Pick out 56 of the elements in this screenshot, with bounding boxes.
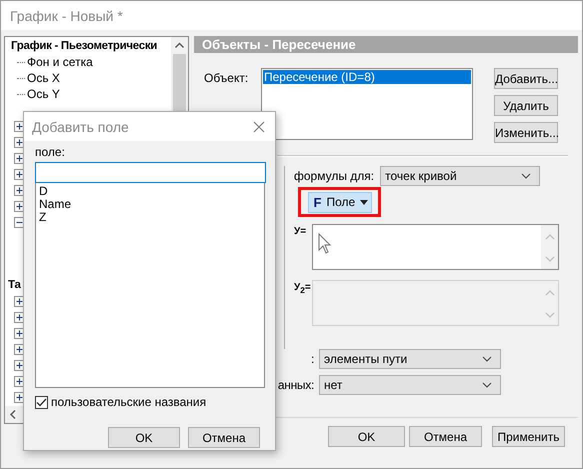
expand-icon[interactable]: [14, 184, 25, 196]
checkbox-label: пользовательские названия: [51, 395, 206, 409]
list-item[interactable]: Z: [39, 210, 46, 224]
expand-icon[interactable]: [14, 392, 25, 402]
action-button[interactable]: Удалить: [494, 95, 558, 116]
chevron-down-icon: [521, 173, 532, 179]
formula-for-label: формулы для:: [294, 169, 374, 183]
dialog-button[interactable]: Отмена: [188, 427, 260, 448]
dialog-title: Добавить поле: [32, 118, 129, 134]
object-list[interactable]: Пересечение (ID=8): [261, 68, 473, 140]
tree-item[interactable]: Ось X: [27, 71, 60, 85]
field-label: поле:: [35, 145, 66, 159]
expand-icon[interactable]: [14, 168, 25, 180]
setting-label: анных:: [276, 378, 315, 392]
list-item[interactable]: D: [39, 184, 48, 198]
expand-icon[interactable]: [14, 312, 25, 322]
tree-item[interactable]: Фон и сетка: [27, 55, 93, 69]
expand-icon[interactable]: [14, 328, 25, 338]
expand-icon[interactable]: [14, 360, 25, 370]
dialog-button[interactable]: OK: [328, 426, 405, 447]
expand-icon[interactable]: [14, 136, 25, 148]
formula-label: У=: [294, 225, 308, 239]
field-button[interactable]: F Поле: [308, 192, 372, 212]
window-title: График - Новый *: [10, 8, 123, 24]
tree-item[interactable]: Ось Y: [27, 87, 60, 101]
pointer-icon: [318, 233, 332, 255]
formula-for-dropdown[interactable]: точек кривой: [380, 166, 540, 186]
expand-icon[interactable]: [14, 200, 25, 212]
setting-label: :: [310, 352, 315, 366]
dialog-button[interactable]: OK: [108, 427, 180, 448]
close-icon[interactable]: [253, 120, 265, 132]
checkbox[interactable]: [35, 396, 48, 408]
expand-icon[interactable]: [14, 344, 25, 354]
section-header: Объекты - Пересечение: [194, 36, 578, 53]
formula-label: У$_{2}$=: [294, 281, 312, 297]
dialog-button[interactable]: Применить: [492, 426, 565, 447]
list-item[interactable]: Name: [39, 197, 72, 211]
action-button[interactable]: Изменить...: [494, 122, 558, 143]
list-item[interactable]: Пересечение (ID=8): [263, 70, 471, 84]
field-input[interactable]: [35, 162, 266, 183]
caret-icon: [360, 200, 368, 204]
setting-dropdown[interactable]: нет: [319, 375, 501, 395]
expand-icon[interactable]: [14, 152, 25, 164]
setting-dropdown[interactable]: элементы пути: [319, 349, 501, 369]
object-label: Объект:: [203, 70, 250, 85]
dialog-button[interactable]: Отмена: [409, 426, 482, 447]
chevron-down-icon: [482, 356, 492, 362]
collapse-icon[interactable]: [14, 216, 25, 228]
tree-item[interactable]: График - Пьезометрически: [11, 40, 158, 52]
expand-icon[interactable]: [14, 376, 25, 386]
tree-item[interactable]: Та: [8, 279, 21, 291]
field-list[interactable]: D Name Z: [35, 183, 265, 388]
expand-icon[interactable]: [14, 120, 25, 132]
expand-icon[interactable]: [14, 296, 25, 306]
chevron-down-icon: [482, 382, 492, 388]
action-button[interactable]: Добавить...: [494, 68, 558, 89]
